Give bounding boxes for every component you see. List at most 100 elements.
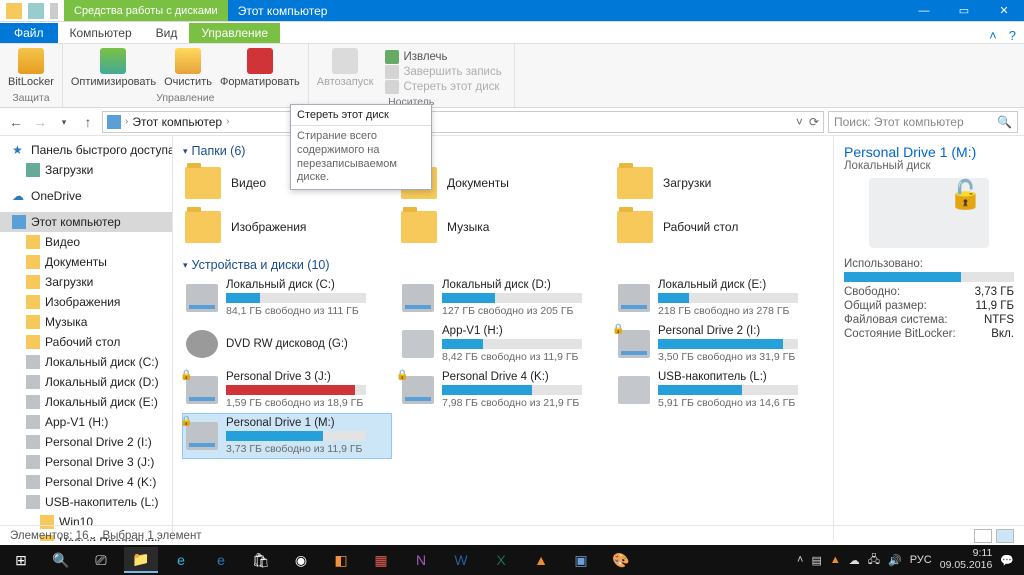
tray-vlc-icon[interactable]: ▲ [830,554,841,566]
taskbar-app[interactable]: 🎨 [604,547,638,573]
forward-button[interactable]: → [30,112,50,132]
tray-up-icon[interactable]: ˄ [797,554,803,566]
window-controls: — ▭ ✕ [904,0,1024,21]
details-view-button[interactable] [974,529,992,543]
breadcrumb[interactable]: › Этот компьютер › ˅ ⟳ [102,111,824,133]
qat-item-icon[interactable] [28,3,44,19]
tray-onedrive-icon[interactable]: ☁ [849,554,860,567]
search-button[interactable]: 🔍 [44,547,78,573]
drive-free: 8,42 ГБ свободно из 11,9 ГБ [442,351,604,363]
tray-icon[interactable]: ▤ [811,554,821,567]
close-button[interactable]: ✕ [984,0,1024,21]
taskbar-app[interactable]: ▦ [364,547,398,573]
optimize-button[interactable]: Оптимизировать [71,48,156,88]
taskbar-edge[interactable]: e [164,547,198,573]
qat-dropdown-icon[interactable] [50,3,58,19]
nav-usb[interactable]: USB-накопитель (L:) [0,492,172,512]
nav-pd2[interactable]: Personal Drive 2 (I:) [0,432,172,452]
group-header-folders[interactable]: Папки (6) [183,140,823,162]
cleanup-button[interactable]: Очистить [164,48,212,88]
folder-item[interactable]: Рабочий стол [615,206,823,248]
icons-view-button[interactable] [996,529,1014,543]
nav-quick-access[interactable]: ★Панель быстрого доступа [0,140,172,160]
up-button[interactable]: ↑ [78,112,98,132]
taskbar-chrome[interactable]: ◉ [284,547,318,573]
file-tab[interactable]: Файл [0,23,58,43]
taskbar-app[interactable]: ▣ [564,547,598,573]
chevron-right-icon[interactable]: › [125,116,128,127]
back-button[interactable]: ← [6,112,26,132]
search-icon[interactable]: 🔍 [997,115,1012,129]
nav-downloads[interactable]: Загрузки [0,160,172,180]
search-input[interactable]: Поиск: Этот компьютер 🔍 [828,111,1018,133]
refresh-icon[interactable]: ⟳ [809,115,819,129]
taskbar-ie[interactable]: e [204,547,238,573]
maximize-button[interactable]: ▭ [944,0,984,21]
ribbon-group-protect: BitLocker Защита [0,44,63,107]
help-icon[interactable]: ? [1009,28,1016,43]
nav-documents[interactable]: Документы [0,252,172,272]
format-button[interactable]: Форматировать [220,48,300,88]
nav-local-d[interactable]: Локальный диск (D:) [0,372,172,392]
dropdown-icon[interactable]: ˅ [796,115,803,129]
tray-clock[interactable]: 9:1109.05.2016 [940,548,993,571]
minimize-button[interactable]: — [904,0,944,21]
drive-item[interactable]: Personal Drive 1 (M:)3,73 ГБ свободно из… [183,414,391,458]
drive-item[interactable]: App-V1 (H:)8,42 ГБ свободно из 11,9 ГБ [399,322,607,366]
bitlocker-icon [18,48,44,74]
folder-item[interactable]: Музыка [399,206,607,248]
taskbar-explorer[interactable]: 📁 [124,547,158,573]
start-button[interactable]: ⊞ [4,547,38,573]
finalize-button[interactable]: Завершить запись [385,65,501,79]
nav-appv1[interactable]: App-V1 (H:) [0,412,172,432]
recent-button[interactable]: ▾ [54,112,74,132]
folder-item[interactable]: Изображения [183,206,391,248]
drive-item[interactable]: Personal Drive 2 (I:)3,50 ГБ свободно из… [615,322,823,366]
nav-music[interactable]: Музыка [0,312,172,332]
taskbar-onenote[interactable]: N [404,547,438,573]
breadcrumb-segment[interactable]: Этот компьютер [132,115,222,129]
nav-videos[interactable]: Видео [0,232,172,252]
nav-this-pc[interactable]: Этот компьютер [0,212,172,232]
taskbar-vlc[interactable]: ▲ [524,547,558,573]
drive-item[interactable]: Локальный диск (E:)218 ГБ свободно из 27… [615,276,823,320]
group-header-devices[interactable]: Устройства и диски (10) [183,254,823,276]
taskbar-app[interactable]: ◧ [324,547,358,573]
nav-local-e[interactable]: Локальный диск (E:) [0,392,172,412]
bitlocker-button[interactable]: BitLocker [8,48,54,88]
chevron-right-icon[interactable]: › [226,116,229,127]
tab-computer[interactable]: Компьютер [58,23,144,43]
drive-item[interactable]: Personal Drive 3 (J:)1,59 ГБ свободно из… [183,368,391,412]
nav-desktop[interactable]: Рабочий стол [0,332,172,352]
tray-volume-icon[interactable]: 🔊 [888,554,902,567]
erase-button[interactable]: Стереть этот диск [385,80,501,94]
tray-network-icon[interactable]: 🖧 [868,551,880,570]
drive-name: USB-накопитель (L:) [658,371,820,383]
taskbar-word[interactable]: W [444,547,478,573]
drive-item[interactable]: USB-накопитель (L:)5,91 ГБ свободно из 1… [615,368,823,412]
ribbon-collapse-icon[interactable]: ˄ [989,28,997,43]
drive-item[interactable]: Локальный диск (D:)127 ГБ свободно из 20… [399,276,607,320]
folder-item[interactable]: Загрузки [615,162,823,204]
drive-item[interactable]: Personal Drive 4 (K:)7,98 ГБ свободно из… [399,368,607,412]
nav-pd3[interactable]: Personal Drive 3 (J:) [0,452,172,472]
nav-onedrive[interactable]: ☁OneDrive [0,186,172,206]
nav-downloads[interactable]: Загрузки [0,272,172,292]
tray-notifications-icon[interactable]: 💬 [1000,554,1014,567]
autorun-button[interactable]: Автозапуск [317,48,374,88]
drive-item[interactable]: Локальный диск (C:)84,1 ГБ свободно из 1… [183,276,391,320]
navigation-pane: ★Панель быстрого доступа Загрузки ☁OneDr… [0,136,173,541]
eject-button[interactable]: Извлечь [385,50,501,64]
taskbar-store[interactable]: 🛍 [244,547,278,573]
nav-local-c[interactable]: Локальный диск (C:) [0,352,172,372]
tab-manage[interactable]: Управление [189,23,280,43]
taskbar-excel[interactable]: X [484,547,518,573]
task-view-button[interactable]: ⎚ [84,547,118,573]
nav-pd4[interactable]: Personal Drive 4 (K:) [0,472,172,492]
items-view[interactable]: Папки (6) ВидеоДокументыЗагрузкиИзображе… [173,136,834,541]
tray-lang[interactable]: РУС [910,554,932,566]
used-label: Использовано: [844,258,923,270]
drive-item[interactable]: DVD RW дисковод (G:) [183,322,391,366]
tab-view[interactable]: Вид [144,23,190,43]
nav-pictures[interactable]: Изображения [0,292,172,312]
